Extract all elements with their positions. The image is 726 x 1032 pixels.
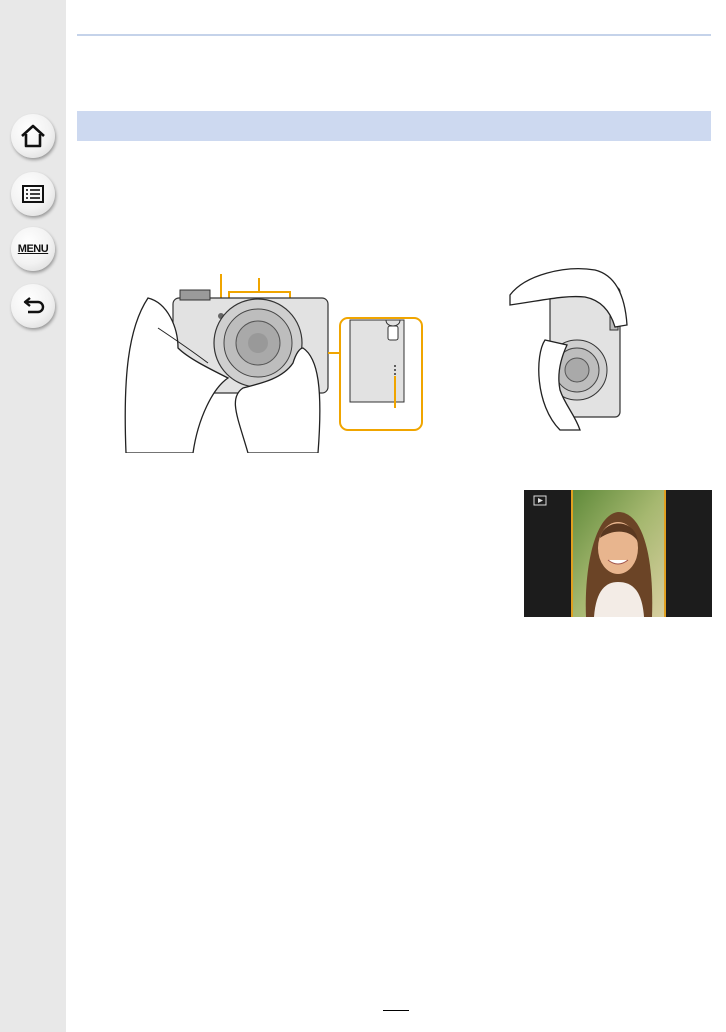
list-icon [22,185,44,203]
playback-screen-image [524,490,712,617]
section-heading-bar [77,111,711,141]
menu-button[interactable]: MENU [11,227,55,271]
page-number-underline [383,1010,409,1011]
sidebar: MENU [0,0,66,1032]
camera-holding-horizontal-illustration [124,274,423,453]
home-button[interactable] [11,114,55,158]
header-rule [77,34,711,36]
portrait-photo [524,490,712,617]
back-button[interactable] [11,284,55,328]
contents-button[interactable] [11,172,55,216]
camera-holding-vertical-illustration [509,268,628,431]
back-arrow-icon [23,297,45,314]
menu-label: MENU [17,243,49,255]
home-icon [21,124,45,148]
